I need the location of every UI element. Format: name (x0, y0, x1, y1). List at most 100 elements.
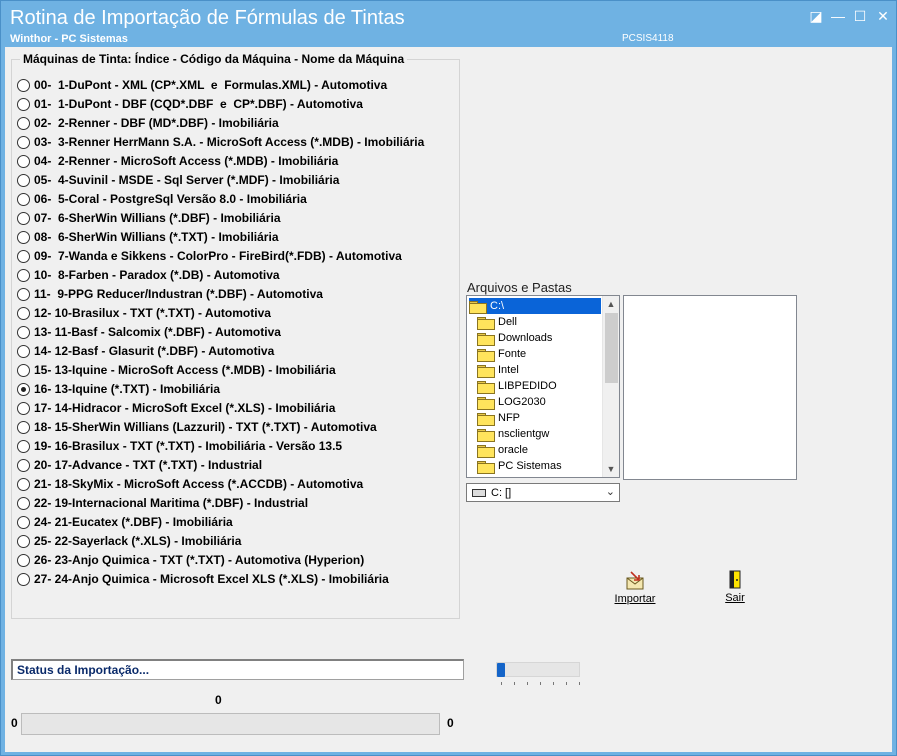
scroll-up-icon[interactable]: ▲ (603, 296, 619, 312)
machine-option-label: 04- 2-Renner - MicroSoft Access (*.MDB) … (34, 154, 339, 168)
radio-button[interactable] (17, 135, 30, 149)
machine-option[interactable]: 22- 19-Internacional Maritima (*.DBF) - … (17, 494, 308, 512)
radio-button[interactable] (17, 249, 30, 263)
radio-button[interactable] (17, 173, 30, 187)
radio-button[interactable] (17, 211, 30, 225)
radio-button[interactable] (17, 439, 30, 453)
radio-button[interactable] (17, 534, 30, 548)
radio-button[interactable] (17, 496, 30, 510)
folder-item[interactable]: oracle (477, 442, 609, 458)
folder-label: LOG2030 (498, 396, 546, 408)
radio-button[interactable] (17, 553, 30, 567)
close-button[interactable]: ✕ (873, 7, 893, 25)
folder-item[interactable]: nsclientgw (477, 426, 609, 442)
folder-icon (477, 380, 495, 394)
radio-button[interactable] (17, 401, 30, 415)
radio-button[interactable] (17, 287, 30, 301)
radio-button[interactable] (17, 154, 30, 168)
directory-list[interactable]: C:\ Dell Downloads Fonte Intel LIBPEDIDO LOG2… (466, 295, 620, 478)
progress-count-top: 0 (215, 693, 222, 707)
machine-option[interactable]: 07- 6-SherWin Willians (*.DBF) - Imobili… (17, 209, 281, 227)
machine-option-label: 09- 7-Wanda e Sikkens - ColorPro - FireB… (34, 249, 402, 263)
machine-option[interactable]: 20- 17-Advance - TXT (*.TXT) - Industria… (17, 456, 262, 474)
machine-option[interactable]: 11- 9-PPG Reducer/Industran (*.DBF) - Au… (17, 285, 323, 303)
machine-option[interactable]: 17- 14-Hidracor - MicroSoft Excel (*.XLS… (17, 399, 335, 417)
machine-option[interactable]: 08- 6-SherWin Willians (*.TXT) - Imobili… (17, 228, 279, 246)
machine-option[interactable]: 26- 23-Anjo Quimica - TXT (*.TXT) - Auto… (17, 551, 364, 569)
machine-option-label: 16- 13-Iquine (*.TXT) - Imobiliária (34, 382, 221, 396)
machine-option[interactable]: 13- 11-Basf - Salcomix (*.DBF) - Automot… (17, 323, 281, 341)
radio-button[interactable] (17, 515, 30, 529)
machine-option[interactable]: 15- 13-Iquine - MicroSoft Access (*.MDB)… (17, 361, 336, 379)
radio-button[interactable] (17, 420, 30, 434)
machine-option-label: 21- 18-SkyMix - MicroSoft Access (*.ACCD… (34, 477, 364, 491)
machine-option[interactable]: 24- 21-Eucatex (*.DBF) - Imobiliária (17, 513, 233, 531)
folder-item[interactable]: Intel (477, 362, 609, 378)
folder-icon (477, 316, 495, 330)
radio-button[interactable] (17, 458, 30, 472)
exit-button[interactable]: Sair (717, 570, 753, 604)
folder-item[interactable]: LOG2030 (477, 394, 609, 410)
radio-button[interactable] (17, 325, 30, 339)
machine-option[interactable]: 19- 16-Brasilux - TXT (*.TXT) - Imobiliá… (17, 437, 342, 455)
machine-option-label: 15- 13-Iquine - MicroSoft Access (*.MDB)… (34, 363, 336, 377)
machine-option[interactable]: 16- 13-Iquine (*.TXT) - Imobiliária (17, 380, 220, 398)
folder-icon (477, 348, 495, 362)
radio-button[interactable] (17, 97, 30, 111)
door-exit-icon (729, 570, 741, 589)
radio-button[interactable] (17, 382, 30, 396)
machines-group: Máquinas de Tinta: Índice - Código da Má… (11, 52, 460, 619)
machine-option[interactable]: 09- 7-Wanda e Sikkens - ColorPro - FireB… (17, 247, 402, 265)
machine-option[interactable]: 00- 1-DuPont - XML (CP*.XML e Formulas.X… (17, 76, 387, 94)
machine-option-label: 19- 16-Brasilux - TXT (*.TXT) - Imobiliá… (34, 439, 343, 453)
main-window: Rotina de Importação de Fórmulas de Tint… (0, 0, 897, 756)
folder-item[interactable]: LIBPEDIDO (477, 378, 609, 394)
directory-root[interactable]: C:\ (469, 298, 601, 314)
radio-button[interactable] (17, 306, 30, 320)
folder-item[interactable]: Dell (477, 314, 609, 330)
radio-button[interactable] (17, 116, 30, 130)
machine-option[interactable]: 18- 15-SherWin Willians (Lazzuril) - TXT… (17, 418, 377, 436)
chevron-down-icon[interactable]: ⌄ (606, 485, 615, 498)
radio-button[interactable] (17, 268, 30, 282)
folder-item[interactable]: Downloads (477, 330, 609, 346)
radio-button[interactable] (17, 572, 30, 586)
machine-option[interactable]: 27- 24-Anjo Quimica - Microsoft Excel XL… (17, 570, 389, 588)
scroll-down-icon[interactable]: ▼ (603, 461, 619, 477)
machine-option[interactable]: 14- 12-Basf - Glasurit (*.DBF) - Automot… (17, 342, 274, 360)
machine-option[interactable]: 01- 1-DuPont - DBF (CQD*.DBF e CP*.DBF) … (17, 95, 363, 113)
directory-scrollbar[interactable]: ▲ ▼ (602, 296, 619, 477)
maximize-button[interactable]: ☐ (850, 7, 870, 25)
machine-option[interactable]: 06- 5-Coral - PostgreSql Versão 8.0 - Im… (17, 190, 307, 208)
slider-thumb[interactable] (497, 663, 505, 677)
radio-button[interactable] (17, 192, 30, 206)
machine-option[interactable]: 03- 3-Renner HerrMann S.A. - MicroSoft A… (17, 133, 424, 151)
machine-option-label: 06- 5-Coral - PostgreSql Versão 8.0 - Im… (34, 192, 307, 206)
drive-icon (472, 488, 486, 497)
file-list[interactable] (623, 295, 797, 480)
machine-option[interactable]: 21- 18-SkyMix - MicroSoft Access (*.ACCD… (17, 475, 363, 493)
folder-item[interactable]: NFP (477, 410, 609, 426)
import-progress-bar (21, 713, 440, 735)
machine-option[interactable]: 25- 22-Sayerlack (*.XLS) - Imobiliária (17, 532, 241, 550)
folder-item[interactable]: PC Sistemas (477, 458, 609, 474)
radio-button[interactable] (17, 477, 30, 491)
slider-track[interactable] (496, 662, 580, 677)
minimize-button[interactable]: — (828, 7, 848, 25)
machine-option[interactable]: 05- 4-Suvinil - MSDE - Sql Server (*.MDF… (17, 171, 339, 189)
machine-option-label: 22- 19-Internacional Maritima (*.DBF) - … (34, 496, 309, 510)
scroll-thumb[interactable] (605, 313, 618, 383)
folder-item[interactable]: Fonte (477, 346, 609, 362)
machine-option[interactable]: 10- 8-Farben - Paradox (*.DB) - Automoti… (17, 266, 280, 284)
import-button[interactable]: Importar (611, 571, 659, 605)
machine-option[interactable]: 12- 10-Brasilux - TXT (*.TXT) - Automoti… (17, 304, 271, 322)
machine-option[interactable]: 02- 2-Renner - DBF (MD*.DBF) - Imobiliár… (17, 114, 279, 132)
radio-button[interactable] (17, 363, 30, 377)
radio-button[interactable] (17, 230, 30, 244)
drive-select[interactable]: C: [] ⌄ (466, 483, 620, 502)
radio-button[interactable] (17, 78, 30, 92)
radio-button[interactable] (17, 344, 30, 358)
restore-icon[interactable]: ◪ (806, 7, 826, 25)
machine-option[interactable]: 04- 2-Renner - MicroSoft Access (*.MDB) … (17, 152, 338, 170)
title-bar[interactable]: Rotina de Importação de Fórmulas de Tint… (1, 1, 896, 47)
